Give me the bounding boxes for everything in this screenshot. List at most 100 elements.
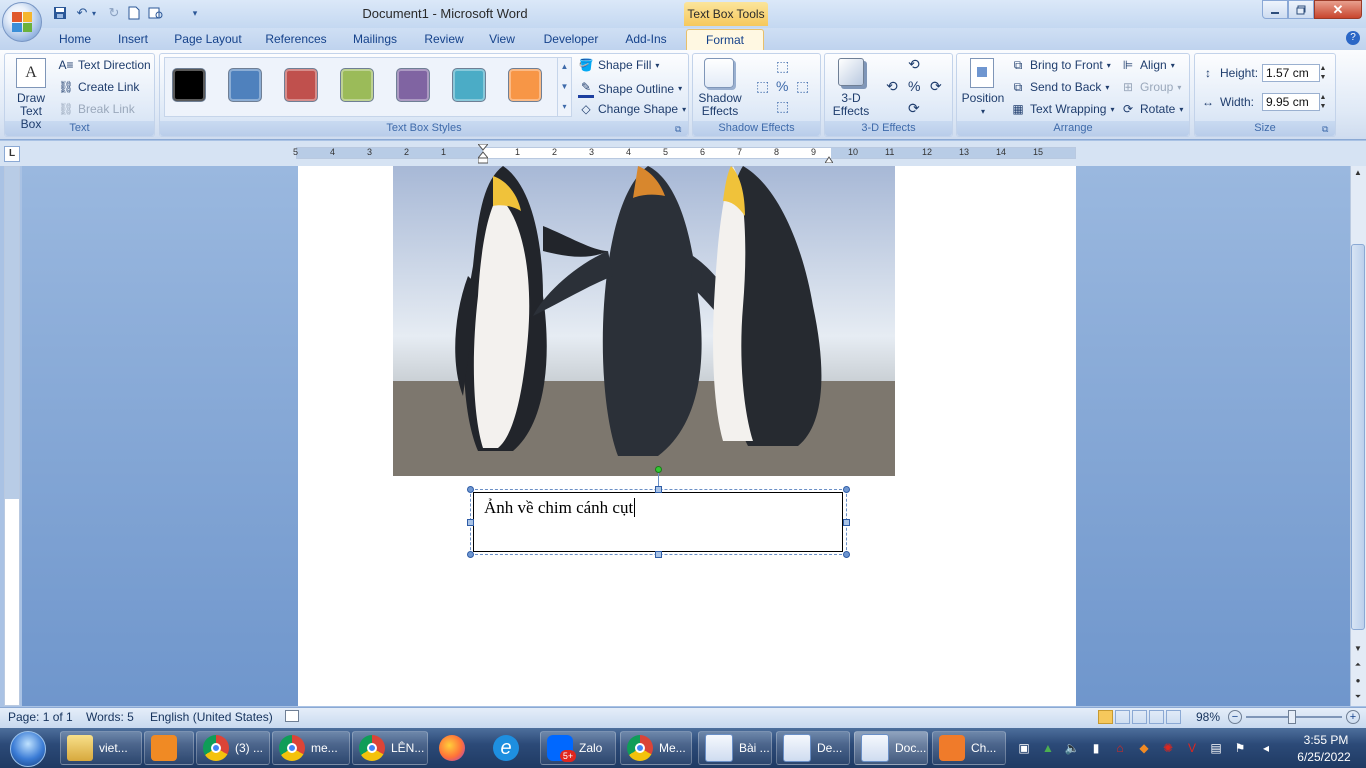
web-layout-icon[interactable] xyxy=(1132,710,1147,724)
text-direction-button[interactable]: A≡ Text Direction xyxy=(58,57,150,73)
start-button[interactable] xyxy=(2,729,54,767)
minimize-button[interactable] xyxy=(1262,0,1288,19)
scroll-up-icon[interactable]: ▲ xyxy=(1352,168,1364,180)
resize-handle-bottom[interactable] xyxy=(655,551,662,558)
width-spinner[interactable]: ▲ ▼ xyxy=(1316,93,1330,111)
app-tray-icon[interactable]: ⌂ xyxy=(1112,740,1128,756)
taskbar-chrome-3[interactable]: LÊN... xyxy=(352,731,428,765)
clock-date[interactable]: 6/25/2022 xyxy=(1289,750,1359,764)
rotate-button[interactable]: ⟳ Rotate ▾ xyxy=(1120,101,1183,117)
tilt-left-icon[interactable]: ⟲ xyxy=(886,78,898,95)
tab-page-layout[interactable]: Page Layout xyxy=(170,29,246,50)
create-link-button[interactable]: ⛓ Create Link xyxy=(58,79,139,95)
taskbar-chrome-4[interactable]: Me... xyxy=(620,731,692,765)
tab-references[interactable]: References xyxy=(260,29,332,50)
zoom-out-icon[interactable]: − xyxy=(1228,710,1242,724)
show-hidden-icons-icon[interactable]: ◂ xyxy=(1258,740,1274,756)
proofing-icon[interactable] xyxy=(285,710,299,722)
clock-time[interactable]: 3:55 PM xyxy=(1296,733,1356,747)
resize-handle-top-left[interactable] xyxy=(467,486,474,493)
align-button[interactable]: ⊫ Align ▾ xyxy=(1120,57,1175,73)
shadow-effects-button[interactable]: Shadow Effects xyxy=(698,56,742,120)
close-button[interactable]: ✕ xyxy=(1314,0,1362,19)
position-button[interactable]: Position ▾ xyxy=(960,56,1006,120)
taskbar-ie[interactable]: e xyxy=(486,731,536,765)
resize-handle-bottom-left[interactable] xyxy=(467,551,474,558)
vertical-ruler[interactable] xyxy=(4,166,20,706)
width-input[interactable]: 9.95 cm xyxy=(1262,93,1320,111)
gallery-scroll[interactable]: ▲ ▼ ▾ xyxy=(557,57,571,117)
bring-to-front-button[interactable]: ⧉ Bring to Front ▾ xyxy=(1010,57,1111,73)
print-preview-icon[interactable] xyxy=(148,5,164,21)
word-count[interactable]: Words: 5 xyxy=(86,710,134,724)
zoom-level[interactable]: 98% xyxy=(1196,710,1220,724)
previous-page-icon[interactable]: ⏶ xyxy=(1352,660,1364,672)
shape-fill-button[interactable]: 🪣 Shape Fill ▾ xyxy=(578,57,660,73)
draw-text-box-button[interactable]: A Draw Text Box xyxy=(10,56,52,131)
restore-button[interactable] xyxy=(1288,0,1314,19)
resize-handle-left[interactable] xyxy=(467,519,474,526)
style-swatch-aqua[interactable] xyxy=(452,68,486,102)
resize-handle-bottom-right[interactable] xyxy=(843,551,850,558)
outline-icon[interactable] xyxy=(1149,710,1164,724)
taskbar-pdf[interactable]: Ch... xyxy=(932,731,1006,765)
new-document-icon[interactable] xyxy=(126,5,142,21)
customize-qat-icon[interactable]: ▾ xyxy=(190,5,200,21)
nudge-shadow-left-icon[interactable]: ⬚ xyxy=(756,78,769,95)
tab-home[interactable]: Home xyxy=(52,29,98,50)
office-button[interactable] xyxy=(2,2,42,42)
dialog-launcher-icon[interactable]: ⧉ xyxy=(675,124,681,135)
security-tray-icon[interactable]: ✺ xyxy=(1160,740,1176,756)
style-swatch-green[interactable] xyxy=(340,68,374,102)
zoom-in-icon[interactable]: + xyxy=(1346,710,1360,724)
drive-tray-icon[interactable]: ▲ xyxy=(1040,740,1056,756)
volume-icon[interactable]: 🔈 xyxy=(1064,740,1080,756)
break-link-button[interactable]: ⛓ Break Link xyxy=(58,101,134,117)
tab-review[interactable]: Review xyxy=(418,29,470,50)
network-icon[interactable]: ▮ xyxy=(1088,740,1104,756)
text-wrapping-button[interactable]: ▦ Text Wrapping ▾ xyxy=(1010,101,1114,117)
action-center-icon[interactable]: ⚑ xyxy=(1232,740,1248,756)
rotate-handle[interactable] xyxy=(655,466,662,473)
nudge-shadow-down-icon[interactable]: ⬚ xyxy=(776,98,789,115)
tab-insert[interactable]: Insert xyxy=(110,29,156,50)
next-page-icon[interactable]: ⏷ xyxy=(1352,692,1364,704)
shape-outline-button[interactable]: ✎ Shape Outline ▾ xyxy=(578,79,682,98)
tilt-up-icon[interactable]: ⟲ xyxy=(908,56,920,73)
three-d-toggle-icon[interactable]: % xyxy=(908,78,920,94)
three-d-effects-button[interactable]: 3-D Effects xyxy=(828,56,874,120)
tab-add-ins[interactable]: Add-Ins xyxy=(618,29,674,50)
tab-developer[interactable]: Developer xyxy=(536,29,606,50)
draft-icon[interactable] xyxy=(1166,710,1181,724)
tilt-right-icon[interactable]: ⟳ xyxy=(930,78,942,95)
taskbar-word-3[interactable]: Doc... xyxy=(854,731,928,765)
taskbar-word-1[interactable]: Bài ... xyxy=(698,731,772,765)
style-swatch-purple[interactable] xyxy=(396,68,430,102)
save-icon[interactable] xyxy=(52,5,68,21)
undo-dropdown-icon[interactable]: ▾ xyxy=(90,5,98,21)
resize-handle-top-right[interactable] xyxy=(843,486,850,493)
usb-tray-icon[interactable]: ▤ xyxy=(1208,740,1224,756)
taskbar-chrome-2[interactable]: me... xyxy=(272,731,350,765)
taskbar-zalo[interactable]: Zalo xyxy=(540,731,616,765)
zoom-slider-thumb[interactable] xyxy=(1288,710,1296,724)
tab-format[interactable]: Format xyxy=(686,29,764,50)
tilt-down-icon[interactable]: ⟳ xyxy=(908,100,920,117)
redo-icon[interactable]: ↻ xyxy=(106,5,122,21)
unikey-tray-icon[interactable]: ◆ xyxy=(1136,740,1152,756)
size-dialog-launcher-icon[interactable]: ⧉ xyxy=(1322,124,1328,135)
style-swatch-red[interactable] xyxy=(284,68,318,102)
penguin-photo[interactable] xyxy=(393,166,895,476)
resize-handle-right[interactable] xyxy=(843,519,850,526)
style-swatch-blue[interactable] xyxy=(228,68,262,102)
style-swatch-black[interactable] xyxy=(172,68,206,102)
indent-marker-icon[interactable] xyxy=(476,143,490,164)
resize-handle-top[interactable] xyxy=(655,486,662,493)
caption-text[interactable]: Ảnh về chim cánh cụt xyxy=(484,498,636,518)
right-indent-marker-icon[interactable] xyxy=(824,152,834,164)
help-icon[interactable]: ? xyxy=(1346,31,1360,45)
tab-mailings[interactable]: Mailings xyxy=(346,29,404,50)
scrollbar-thumb[interactable] xyxy=(1351,244,1365,630)
change-shape-button[interactable]: ◇ Change Shape ▾ xyxy=(578,101,686,117)
taskbar-explorer[interactable]: viet... xyxy=(60,731,142,765)
